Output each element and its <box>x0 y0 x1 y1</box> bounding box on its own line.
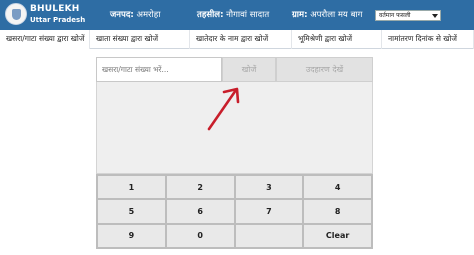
brand-subtitle: Uttar Pradesh <box>30 16 86 24</box>
district-label: जनपद: <box>110 10 134 20</box>
tehsil-value: नौगावां सादात <box>226 10 270 20</box>
annotation-arrow-icon <box>207 87 240 131</box>
district-value: अमरोहा <box>136 10 161 20</box>
key-4[interactable]: 4 <box>303 175 372 200</box>
village-info: ग्राम: अपरौला मय बाग <box>292 9 362 20</box>
tab-khata-search[interactable]: खाता संख्या द्वारा खोजें <box>90 30 190 49</box>
view-example-button[interactable]: उदहारण देखें <box>276 57 373 82</box>
key-7[interactable]: 7 <box>234 199 304 224</box>
village-value: अपरौला मय बाग <box>310 10 363 20</box>
tab-mutation-date-search[interactable]: नामांतरण दिनांक से खोजें <box>382 30 474 49</box>
app-header: BHULEKH Uttar Pradesh जनपद: अमरोहा तहसील… <box>0 0 474 30</box>
key-1[interactable]: 1 <box>97 175 166 200</box>
key-clear[interactable]: Clear <box>303 223 372 248</box>
district-info: जनपद: अमरोहा <box>110 9 160 20</box>
tab-khasra-search[interactable]: खसरा/गाटा संख्या द्वारा खोजें <box>0 30 90 49</box>
key-8[interactable]: 8 <box>303 199 372 224</box>
tehsil-label: तहसील: <box>197 10 224 20</box>
fasli-year-select[interactable]: वर्तमान फसली <box>375 10 441 21</box>
key-2[interactable]: 2 <box>165 175 235 200</box>
tab-owner-name-search[interactable]: खातेदार के नाम द्वारा खोजें <box>190 30 292 49</box>
tab-land-category-search[interactable]: भूमिश्रेणी द्वारा खोजें <box>292 30 382 49</box>
up-emblem-icon <box>5 3 27 25</box>
chevron-down-icon <box>432 14 438 18</box>
search-button[interactable]: खोजें <box>222 57 276 82</box>
brand-title: BHULEKH <box>30 4 80 14</box>
key-blank <box>234 223 304 248</box>
key-3[interactable]: 3 <box>234 175 304 200</box>
fasli-selected-value: वर्तमान फसली <box>379 12 411 19</box>
numeric-keypad: 1 2 3 4 5 6 7 8 9 0 Clear <box>96 174 373 249</box>
key-9[interactable]: 9 <box>97 223 166 248</box>
key-5[interactable]: 5 <box>97 199 166 224</box>
key-6[interactable]: 6 <box>165 199 235 224</box>
key-0[interactable]: 0 <box>165 223 235 248</box>
khasra-number-input[interactable] <box>96 57 222 82</box>
search-mode-tabs: खसरा/गाटा संख्या द्वारा खोजें खाता संख्य… <box>0 30 474 49</box>
village-label: ग्राम: <box>292 10 308 20</box>
tehsil-info: तहसील: नौगावां सादात <box>197 9 269 20</box>
